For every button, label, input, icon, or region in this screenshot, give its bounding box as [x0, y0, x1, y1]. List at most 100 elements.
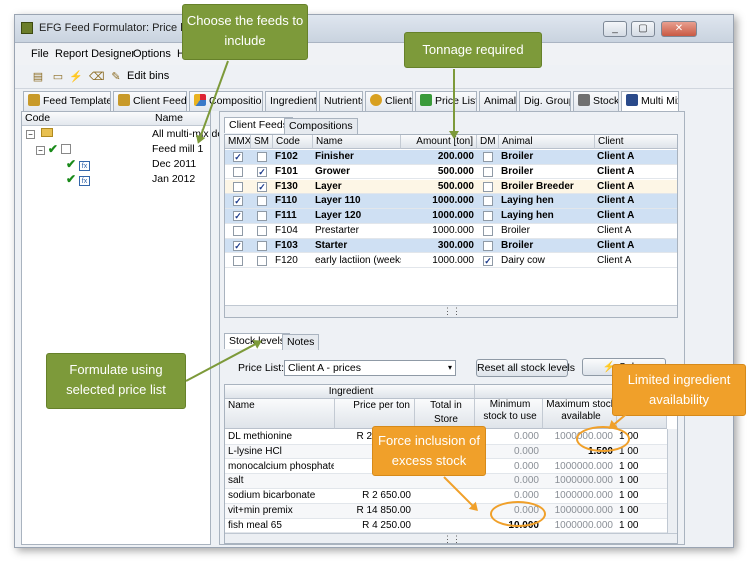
dm-checkbox[interactable]	[483, 181, 493, 192]
mmx-checkbox[interactable]	[233, 226, 243, 236]
tab-ingredients[interactable]: Ingredients	[265, 91, 317, 111]
subtab-client-feeds[interactable]: Client Feeds	[224, 117, 293, 133]
eraser-icon[interactable]: ⌫	[89, 70, 105, 84]
collapse-icon[interactable]: −	[36, 146, 45, 155]
table-row[interactable]: vit+min premix R 14 850.00 0.000 1000000.00…	[225, 504, 677, 519]
max-cell[interactable]: 1000000.000	[543, 489, 613, 503]
tree-row-all[interactable]: − All multi-mix de	[26, 127, 223, 141]
col-dm[interactable]: DM	[477, 135, 499, 149]
menu-report-designer[interactable]: Report Designer	[55, 48, 135, 60]
table-row[interactable]: ✓ F101 Grower 500.000 Broiler Client A	[225, 165, 677, 180]
tree-header-name[interactable]: Name	[152, 112, 210, 126]
col-sm[interactable]: SM	[251, 135, 273, 149]
tree-row-jan-2012[interactable]: ✔ fx Jan 2012	[66, 172, 210, 186]
new-icon[interactable]: ▭	[51, 70, 65, 84]
table-row[interactable]: ✓ F111 Layer 120 1000.000 Laying hen Client A	[225, 209, 677, 224]
amount-cell: 500.000	[437, 165, 474, 177]
checkbox[interactable]	[60, 144, 71, 154]
col-total-in-store[interactable]: Total in Store	[415, 399, 475, 429]
mmx-checkbox[interactable]: ✓	[233, 240, 243, 251]
mmx-checkbox[interactable]: ✓	[233, 152, 243, 162]
max-cell[interactable]: 1000000.000	[543, 460, 613, 474]
mmx-checkbox[interactable]	[233, 181, 243, 192]
dm-checkbox[interactable]	[483, 152, 493, 162]
table-row[interactable]: ✓ F103 Starter 300.000 Broiler Client A	[225, 238, 677, 254]
stock-vscrollbar[interactable]	[667, 429, 677, 533]
min-cell[interactable]: 0.000	[475, 474, 539, 488]
sm-checkbox[interactable]	[257, 255, 267, 266]
dm-checkbox[interactable]	[483, 166, 493, 177]
feeds-hscrollbar[interactable]: ⋮⋮	[225, 305, 677, 317]
sm-checkbox[interactable]	[257, 240, 267, 251]
sm-checkbox[interactable]	[257, 196, 267, 207]
edit-bins-icon[interactable]: ✎	[109, 70, 123, 84]
tab-stock[interactable]: Stock	[573, 91, 619, 111]
col-name[interactable]: Name	[313, 135, 401, 149]
tab-client-feeds[interactable]: Client Feeds	[113, 91, 187, 111]
tab-dig-groups[interactable]: Dig. Groups	[519, 91, 571, 111]
col-mmx[interactable]: MMX	[225, 135, 251, 149]
table-row[interactable]: sodium bicarbonate R 2 650.00 0.000 1000000…	[225, 489, 677, 504]
mmx-checkbox[interactable]: ✓	[233, 211, 243, 222]
dm-checkbox[interactable]	[483, 240, 493, 251]
price-list-select[interactable]: Client A - prices ▾	[284, 360, 456, 376]
dm-checkbox[interactable]	[483, 226, 493, 236]
col-ingredient-name[interactable]: Name	[225, 399, 335, 429]
mmx-checkbox[interactable]	[233, 255, 243, 266]
reset-stock-button[interactable]: Reset all stock levels	[476, 359, 575, 377]
table-row[interactable]: F120 early lactiion (weeks (1000.000 ✓ Dair…	[225, 254, 677, 269]
name-cell: salt	[228, 475, 244, 487]
tree-row-dec-2011[interactable]: ✔ fx Dec 2011	[66, 157, 210, 171]
animal-cell: Broiler	[501, 225, 530, 236]
app-icon	[21, 22, 33, 34]
tab-clients[interactable]: Clients	[365, 91, 413, 111]
group-ingredient: Ingredient	[225, 385, 475, 399]
col-animal[interactable]: Animal	[499, 135, 595, 149]
subtab-notes[interactable]: Notes	[282, 334, 320, 350]
max-cell[interactable]: 1000000.000	[543, 504, 613, 518]
table-row[interactable]: ✓ F130 Layer 500.000 Broiler Breeder Client A	[225, 179, 677, 195]
sm-checkbox[interactable]	[257, 211, 267, 222]
col-client[interactable]: Client	[595, 135, 677, 149]
stock-hscrollbar[interactable]: ⋮⋮	[225, 533, 677, 543]
tree-row-feed-mill[interactable]: − ✔ Feed mill 1	[36, 142, 210, 156]
max-cell[interactable]: 1000000.000	[543, 519, 613, 533]
col-code[interactable]: Code	[273, 135, 313, 149]
minimize-button[interactable]: _	[603, 21, 627, 37]
price-lists-icon	[420, 94, 432, 106]
sm-checkbox[interactable]: ✓	[257, 166, 267, 177]
table-row[interactable]: F104 Prestarter 1000.000 Broiler Client A	[225, 224, 677, 239]
max-cell[interactable]: 1000000.000	[543, 474, 613, 488]
tab-feed-templates[interactable]: Feed Templates	[23, 91, 111, 111]
dm-checkbox[interactable]	[483, 211, 493, 222]
sm-checkbox[interactable]	[257, 152, 267, 162]
table-row[interactable]: fish meal 65 R 4 250.00 10.000 1000000.000 1…	[225, 519, 677, 534]
tree-header-code[interactable]: Code	[22, 112, 152, 126]
menu-file[interactable]: File	[31, 48, 49, 60]
mmx-checkbox[interactable]	[233, 166, 243, 177]
close-button[interactable]: ✕	[661, 21, 697, 37]
tab-animals[interactable]: Animals	[479, 91, 517, 111]
tab-nutrients[interactable]: Nutrients	[319, 91, 363, 111]
col-amount[interactable]: Amount [ton]	[401, 135, 477, 149]
col-min-stock[interactable]: Minimum stock to use	[475, 399, 543, 429]
sm-checkbox[interactable]	[257, 226, 267, 236]
edit-bins-button[interactable]: Edit bins	[127, 70, 169, 82]
collapse-icon[interactable]: −	[26, 130, 35, 139]
menu-options[interactable]: Options	[133, 48, 171, 60]
subtab-compositions[interactable]: Compositions	[284, 118, 358, 134]
mmx-checkbox[interactable]: ✓	[233, 196, 243, 207]
tab-multi-mix[interactable]: Multi Mix	[621, 91, 679, 112]
open-icon[interactable]: ▤	[31, 70, 45, 84]
dm-checkbox[interactable]: ✓	[483, 255, 493, 266]
dm-checkbox[interactable]	[483, 196, 493, 207]
table-row[interactable]: ✓ F102 Finisher 200.000 Broiler Client A	[225, 150, 677, 165]
lightning-icon[interactable]: ⚡	[69, 70, 83, 84]
tab-price-lists[interactable]: Price Lists	[415, 91, 477, 111]
tab-compositions[interactable]: Compositions	[189, 91, 263, 111]
sm-checkbox[interactable]: ✓	[257, 181, 267, 192]
price-cell: R 4 250.00	[362, 519, 411, 531]
table-row[interactable]: ✓ F110 Layer 110 1000.000 Laying hen Client A	[225, 194, 677, 210]
col-price-per-ton[interactable]: Price per ton	[335, 399, 415, 429]
maximize-button[interactable]: ▢	[631, 21, 655, 37]
